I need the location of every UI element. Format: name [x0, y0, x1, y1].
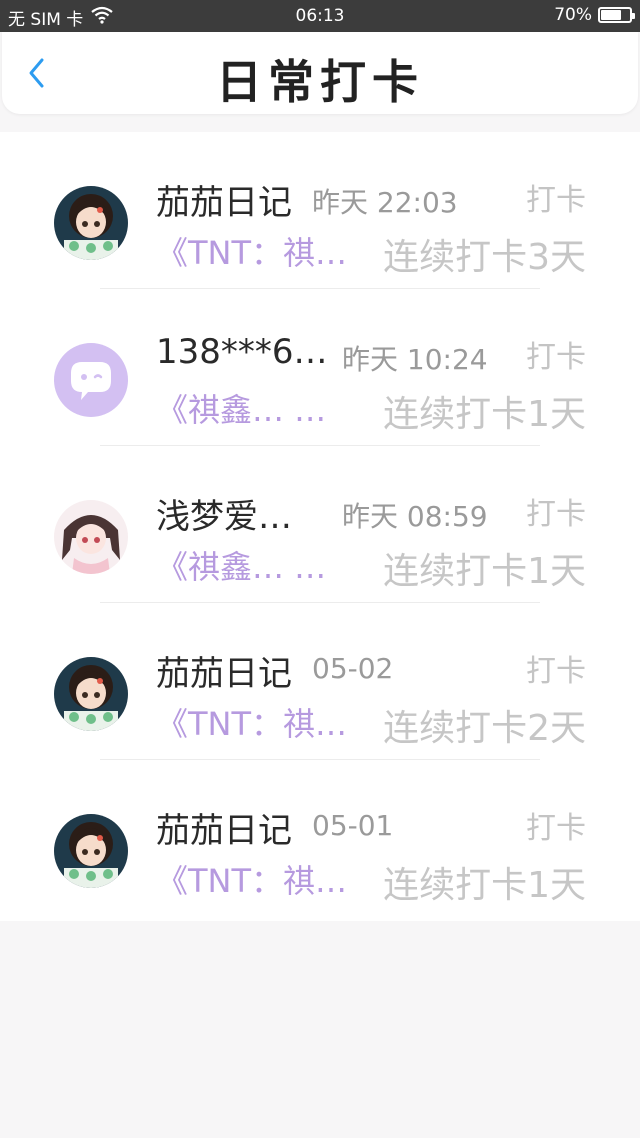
- page-title: 日常打卡: [216, 55, 424, 109]
- anime-girl-avatar-icon: [54, 657, 128, 731]
- checkin-tag: 打卡: [526, 497, 586, 532]
- checkin-tag: 打卡: [526, 811, 586, 846]
- username[interactable]: 茄茄日记: [156, 175, 292, 224]
- battery-fill: [601, 10, 621, 20]
- row-bottom: 《祺鑫… … 连续打卡1天: [156, 385, 586, 435]
- status-time: 06:13: [295, 6, 345, 26]
- group-name[interactable]: 《TNT：祺…: [156, 228, 347, 274]
- group-name[interactable]: 《祺鑫… …: [156, 385, 326, 431]
- username[interactable]: 茄茄日记: [156, 646, 292, 695]
- avatar[interactable]: [54, 500, 128, 574]
- group-name[interactable]: 《祺鑫… …: [156, 542, 326, 588]
- row-top: 茄茄日记 05-01 打卡: [156, 803, 586, 851]
- checkin-list: 茄茄日记 昨天 22:03 打卡 《TNT：祺… 连续打卡3天 138***6……: [0, 132, 640, 921]
- timestamp: 昨天 22:03: [312, 186, 458, 219]
- list-item[interactable]: 茄茄日记 昨天 22:03 打卡 《TNT：祺… 连续打卡3天: [0, 132, 640, 289]
- list-item[interactable]: 浅梦爱… 昨天 08:59 打卡 《祺鑫… … 连续打卡1天: [0, 446, 640, 603]
- streak-label: 连续打卡1天: [383, 394, 586, 435]
- nav-bar: 日常打卡: [2, 32, 638, 114]
- battery-percent: 70%: [554, 5, 592, 25]
- username[interactable]: 浅梦爱…: [156, 489, 292, 538]
- streak-label: 连续打卡3天: [383, 237, 586, 278]
- anime-girl-avatar-icon: [54, 186, 128, 260]
- row-top: 138***6… 昨天 10:24 打卡: [156, 332, 586, 376]
- chat-bubble-avatar-icon: [54, 343, 128, 417]
- row-bottom: 《TNT：祺… 连续打卡1天: [156, 856, 586, 906]
- list-item[interactable]: 茄茄日记 05-01 打卡 《TNT：祺… 连续打卡1天: [0, 760, 640, 917]
- row-top: 茄茄日记 05-02 打卡: [156, 646, 586, 694]
- status-bar: 无 SIM 卡 06:13 70%: [0, 0, 640, 32]
- streak-label: 连续打卡1天: [383, 551, 586, 592]
- checkin-tag: 打卡: [526, 654, 586, 689]
- streak-label: 连续打卡1天: [383, 865, 586, 906]
- status-right: 70%: [554, 5, 635, 25]
- avatar[interactable]: [54, 186, 128, 260]
- timestamp: 昨天 08:59: [342, 500, 488, 533]
- username[interactable]: 138***6…: [156, 332, 328, 372]
- anime-girl-pink-avatar-icon: [54, 500, 128, 574]
- username[interactable]: 茄茄日记: [156, 803, 292, 852]
- list-item[interactable]: 茄茄日记 05-02 打卡 《TNT：祺… 连续打卡2天: [0, 603, 640, 760]
- group-name[interactable]: 《TNT：祺…: [156, 699, 347, 745]
- avatar[interactable]: [54, 657, 128, 731]
- checkin-tag: 打卡: [526, 340, 586, 375]
- row-top: 茄茄日记 昨天 22:03 打卡: [156, 175, 586, 223]
- battery-icon: [598, 7, 635, 23]
- avatar[interactable]: [54, 814, 128, 888]
- timestamp: 05-02: [312, 652, 394, 685]
- timestamp: 昨天 10:24: [342, 343, 488, 376]
- checkin-tag: 打卡: [526, 183, 586, 218]
- list-item[interactable]: 138***6… 昨天 10:24 打卡 《祺鑫… … 连续打卡1天: [0, 289, 640, 446]
- row-bottom: 《TNT：祺… 连续打卡3天: [156, 228, 586, 278]
- timestamp: 05-01: [312, 809, 394, 842]
- group-name[interactable]: 《TNT：祺…: [156, 856, 347, 902]
- anime-girl-avatar-icon: [54, 814, 128, 888]
- avatar[interactable]: [54, 343, 128, 417]
- row-bottom: 《TNT：祺… 连续打卡2天: [156, 699, 586, 749]
- row-bottom: 《祺鑫… … 连续打卡1天: [156, 542, 586, 592]
- row-top: 浅梦爱… 昨天 08:59 打卡: [156, 489, 586, 537]
- streak-label: 连续打卡2天: [383, 708, 586, 749]
